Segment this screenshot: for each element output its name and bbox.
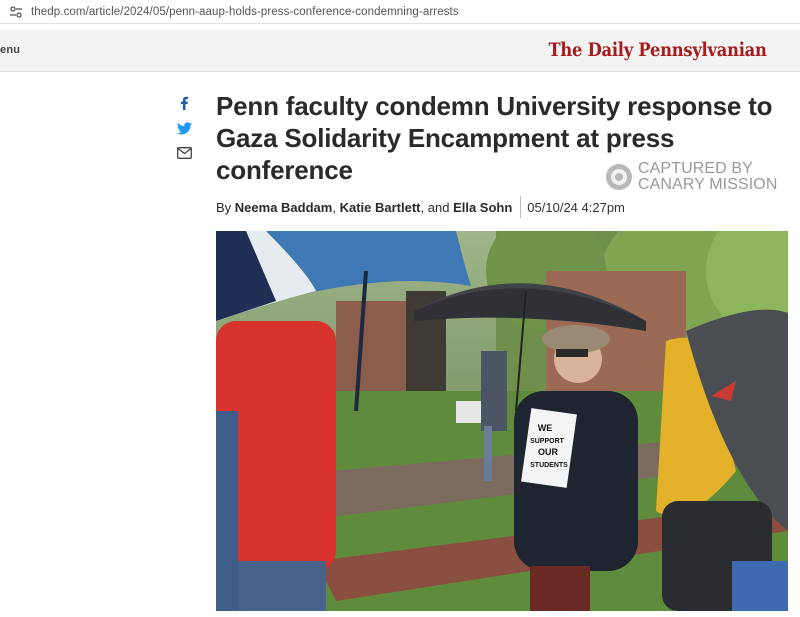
author-link[interactable]: Katie Bartlett xyxy=(340,200,421,215)
canary-logo-icon xyxy=(606,164,632,190)
sign-text-line-1: WE xyxy=(538,423,553,433)
article-photo: WE SUPPORT OUR STUDENTS xyxy=(216,231,788,611)
mail-icon[interactable] xyxy=(176,145,192,161)
byline-divider xyxy=(520,196,522,218)
watermark-line-2: CANARY MISSION xyxy=(638,176,778,193)
canary-mission-watermark: CAPTURED BY CANARY MISSION xyxy=(606,161,778,193)
headline-line-2: Gaza Solidarity Encampment at press xyxy=(216,123,675,153)
menu-button[interactable]: enu xyxy=(0,44,20,56)
twitter-icon[interactable] xyxy=(176,120,192,136)
browser-address-bar[interactable]: thedp.com/article/2024/05/penn-aaup-hold… xyxy=(0,0,800,24)
facebook-icon[interactable] xyxy=(176,95,192,111)
site-settings-icon[interactable] xyxy=(9,5,23,19)
sign-text-line-4: STUDENTS xyxy=(530,462,568,469)
headline-line-1: Penn faculty condemn University response… xyxy=(216,91,773,121)
masthead-logo[interactable]: The Daily Pennsylvanian xyxy=(549,39,767,61)
author-link[interactable]: Ella Sohn xyxy=(453,200,512,215)
byline-separator: , and xyxy=(420,199,450,215)
watermark-text: CAPTURED BY CANARY MISSION xyxy=(638,161,778,193)
publish-date: 05/10/24 4:27pm xyxy=(527,199,625,215)
url-text[interactable]: thedp.com/article/2024/05/penn-aaup-hold… xyxy=(31,6,459,18)
sign-text-line-3: OUR xyxy=(538,447,559,457)
author-link[interactable]: Neema Baddam xyxy=(235,200,333,215)
byline-separator: , xyxy=(332,199,336,215)
byline-prefix: By xyxy=(216,199,232,215)
sign-text-line-2: SUPPORT xyxy=(530,438,565,445)
byline: By Neema Baddam , Katie Bartlett , and E… xyxy=(216,196,625,218)
watermark-line-1: CAPTURED BY xyxy=(638,160,753,177)
site-header: enu The Daily Pennsylvanian xyxy=(0,30,800,72)
headline-line-3: conference xyxy=(216,155,353,185)
